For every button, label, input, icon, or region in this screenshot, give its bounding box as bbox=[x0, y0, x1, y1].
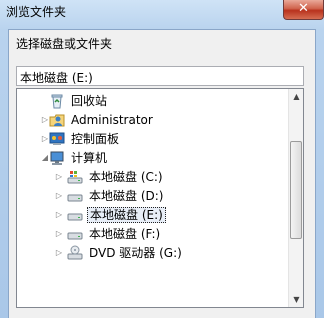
recycle-bin-icon bbox=[49, 93, 65, 109]
window-title: 浏览文件夹 bbox=[6, 5, 67, 19]
drive-icon bbox=[67, 207, 83, 223]
scroll-thumb[interactable] bbox=[290, 141, 302, 239]
prompt-label: 选择磁盘或文件夹 bbox=[16, 37, 113, 51]
computer-icon bbox=[49, 150, 65, 166]
tree-item-drive-e[interactable]: ▷ 本地磁盘 (E:) bbox=[17, 206, 287, 224]
tree-item-label: 本地磁盘 (D:) bbox=[89, 189, 164, 203]
control-panel-icon bbox=[49, 131, 65, 147]
tree-item-drive-d[interactable]: ▷ 本地磁盘 (D:) bbox=[17, 187, 287, 205]
dvd-drive-icon bbox=[67, 245, 83, 261]
dialog-body: 选择磁盘或文件夹 本地磁盘 (E:) 回收站 ▷ Administrator ▷… bbox=[8, 29, 316, 318]
expander-icon[interactable]: ▷ bbox=[54, 228, 64, 240]
scroll-up-icon[interactable]: ▲ bbox=[290, 89, 303, 104]
tree-item-label: 本地磁盘 (E:) bbox=[87, 207, 166, 223]
tree-item-label: 回收站 bbox=[71, 94, 108, 108]
close-button[interactable]: ✕ bbox=[283, 0, 324, 20]
folder-field[interactable]: 本地磁盘 (E:) bbox=[16, 66, 304, 86]
expander-icon[interactable]: ▷ bbox=[54, 247, 64, 259]
tree-item-control-panel[interactable]: ▷ 控制面板 bbox=[17, 130, 287, 148]
user-folder-icon bbox=[49, 112, 65, 128]
tree-item-drive-f[interactable]: ▷ 本地磁盘 (F:) bbox=[17, 225, 287, 243]
tree-item-administrator[interactable]: ▷ Administrator bbox=[17, 111, 287, 129]
title-bar[interactable]: 浏览文件夹 ✕ bbox=[0, 0, 324, 22]
tree-item-computer[interactable]: ◢ 计算机 bbox=[17, 149, 287, 167]
scroll-down-icon[interactable]: ▼ bbox=[290, 292, 303, 307]
drive-icon bbox=[67, 188, 83, 204]
close-icon: ✕ bbox=[298, 1, 309, 16]
tree-item-recycle-bin[interactable]: 回收站 bbox=[17, 92, 287, 110]
vertical-scrollbar[interactable]: ▲ ▼ bbox=[288, 89, 303, 307]
tree-item-label: DVD 驱动器 (G:) bbox=[89, 246, 182, 260]
windows-drive-icon bbox=[67, 169, 83, 185]
expander-icon[interactable]: ▷ bbox=[54, 209, 64, 221]
tree-item-dvd-g[interactable]: ▷ DVD 驱动器 (G:) bbox=[17, 244, 287, 262]
folder-tree[interactable]: 回收站 ▷ Administrator ▷ 控制面板 ◢ 计算机 ▷ 本地磁盘 … bbox=[16, 88, 304, 308]
tree-item-label: 本地磁盘 (C:) bbox=[89, 170, 163, 184]
tree-item-label: 控制面板 bbox=[71, 132, 120, 146]
expander-icon[interactable]: ▷ bbox=[54, 190, 64, 202]
drive-icon bbox=[67, 226, 83, 242]
tree-item-label: 计算机 bbox=[71, 151, 108, 165]
tree-item-label: Administrator bbox=[71, 113, 153, 127]
tree-item-drive-c[interactable]: ▷ 本地磁盘 (C:) bbox=[17, 168, 287, 186]
tree-item-label: 本地磁盘 (F:) bbox=[89, 227, 161, 241]
expander-icon[interactable]: ▷ bbox=[54, 171, 64, 183]
browse-folder-window: 浏览文件夹 ✕ 选择磁盘或文件夹 本地磁盘 (E:) 回收站 ▷ Adminis… bbox=[0, 0, 324, 318]
